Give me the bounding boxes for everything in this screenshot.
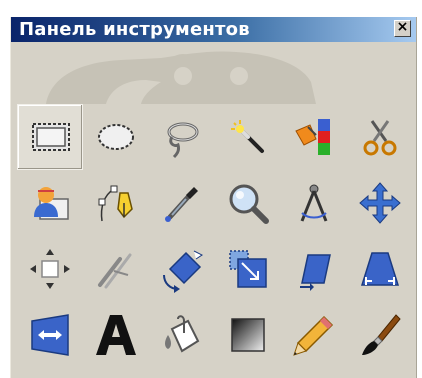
tool-bucket-fill[interactable] bbox=[149, 302, 215, 368]
shear-icon bbox=[300, 254, 331, 291]
tool-zoom[interactable] bbox=[215, 170, 281, 236]
pencil-icon bbox=[293, 315, 334, 356]
tool-perspective[interactable] bbox=[347, 236, 413, 302]
title-bar[interactable]: Панель инструментов × bbox=[11, 17, 416, 42]
align-icon bbox=[30, 249, 70, 289]
tool-scale[interactable] bbox=[215, 236, 281, 302]
tool-color-picker[interactable] bbox=[149, 170, 215, 236]
perspective-icon bbox=[360, 252, 400, 286]
tool-crop[interactable] bbox=[83, 236, 149, 302]
rect-select-icon bbox=[32, 123, 70, 151]
tool-rect-select[interactable] bbox=[17, 104, 83, 170]
flip-icon bbox=[31, 314, 69, 356]
measure-icon bbox=[300, 184, 328, 222]
tool-move[interactable] bbox=[347, 170, 413, 236]
tool-fuzzy-select[interactable] bbox=[215, 104, 281, 170]
color-select-icon bbox=[295, 119, 330, 155]
close-icon: × bbox=[396, 19, 409, 35]
fuzzy-select-icon bbox=[231, 120, 264, 153]
wilber-dropzone-image bbox=[46, 51, 316, 104]
tool-pencil[interactable] bbox=[281, 302, 347, 368]
tool-blend[interactable] bbox=[215, 302, 281, 368]
color-picker-icon bbox=[165, 187, 198, 222]
zoom-icon bbox=[229, 184, 269, 224]
ellipse-select-icon bbox=[98, 124, 134, 150]
foreground-select-icon bbox=[34, 187, 69, 220]
crop-icon bbox=[98, 253, 132, 289]
tool-scissors-select[interactable] bbox=[347, 104, 413, 170]
tool-by-color-select[interactable] bbox=[281, 104, 347, 170]
tool-paths[interactable] bbox=[83, 170, 149, 236]
rotate-icon bbox=[163, 250, 203, 293]
tool-shear[interactable] bbox=[281, 236, 347, 302]
tool-grid bbox=[17, 104, 416, 378]
close-button[interactable]: × bbox=[394, 20, 411, 37]
tool-paintbrush[interactable] bbox=[347, 302, 413, 368]
tool-ellipse-select[interactable] bbox=[83, 104, 149, 170]
move-icon bbox=[359, 182, 401, 224]
tool-flip[interactable] bbox=[17, 302, 83, 368]
lasso-select-icon bbox=[167, 122, 199, 159]
tool-free-select[interactable] bbox=[149, 104, 215, 170]
tool-rotate[interactable] bbox=[149, 236, 215, 302]
paths-icon bbox=[98, 185, 133, 222]
bucket-fill-icon bbox=[165, 315, 200, 353]
window-title: Панель инструментов bbox=[19, 19, 250, 40]
scale-icon bbox=[229, 250, 267, 288]
tool-measure[interactable] bbox=[281, 170, 347, 236]
toolbox-window: Панель инструментов × bbox=[10, 17, 417, 378]
tool-foreground-select[interactable] bbox=[17, 170, 83, 236]
tool-align[interactable] bbox=[17, 236, 83, 302]
paintbrush-icon bbox=[362, 314, 401, 355]
tool-text[interactable] bbox=[83, 302, 149, 368]
text-icon bbox=[96, 315, 136, 355]
scissors-select-icon bbox=[363, 120, 397, 156]
blend-icon bbox=[231, 318, 265, 352]
